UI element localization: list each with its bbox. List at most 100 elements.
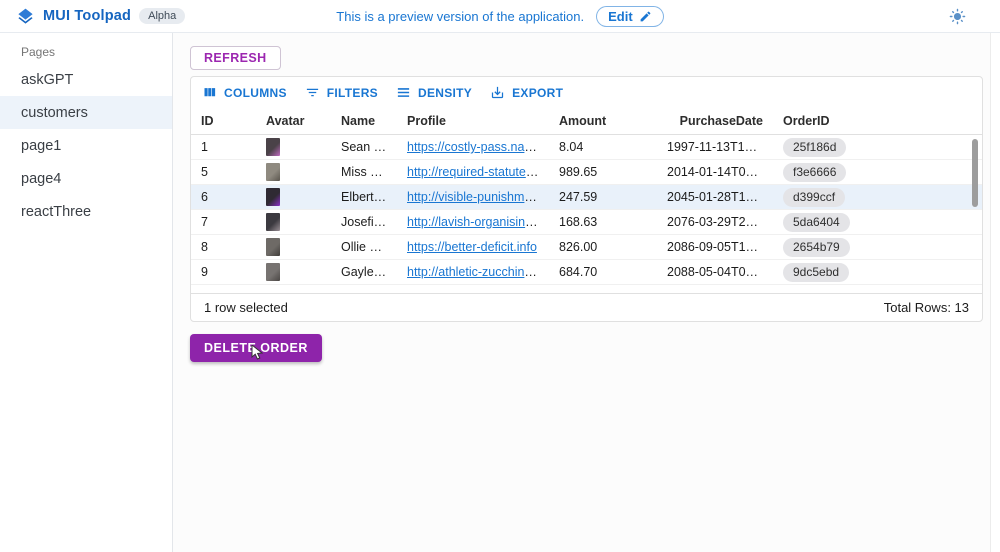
cell-id: 5 xyxy=(191,165,256,179)
cell-profile: http://lavish-organising.name xyxy=(397,215,549,229)
table-row[interactable]: 9 Gayle Den… http://athletic-zucchini.or… xyxy=(191,260,982,285)
grid-horizontal-scrollbar-gutter xyxy=(191,285,982,293)
cell-profile: https://better-deficit.info xyxy=(397,240,549,254)
cell-name: Gayle Den… xyxy=(331,265,397,279)
sidebar-item-askgpt[interactable]: askGPT xyxy=(0,63,172,96)
table-row[interactable]: 8 Ollie Green… https://better-deficit.in… xyxy=(191,235,982,260)
filters-button[interactable]: FILTERS xyxy=(299,81,384,104)
cell-avatar xyxy=(256,238,331,256)
cell-purchasedate: 2045-01-28T15:40:06.325Z xyxy=(657,190,773,204)
edit-button-label: Edit xyxy=(608,9,633,24)
density-button[interactable]: DENSITY xyxy=(390,81,478,104)
cell-orderid: 25f186d xyxy=(773,138,982,157)
grid-toolbar: COLUMNS FILTERS DENSITY xyxy=(191,77,982,108)
column-header-id[interactable]: ID xyxy=(191,114,256,128)
toolpad-logo-icon xyxy=(16,7,35,26)
columns-button[interactable]: COLUMNS xyxy=(196,81,293,104)
grid-header-row: ID Avatar Name Profile Amount PurchaseDa… xyxy=(191,108,982,135)
profile-link[interactable]: http://visible-punishment.net xyxy=(407,190,549,204)
window-scrollbar-gutter xyxy=(990,33,1000,552)
table-row-selected[interactable]: 6 Elbert McL… http://visible-punishment.… xyxy=(191,185,982,210)
app-header: MUI Toolpad Alpha This is a preview vers… xyxy=(0,0,1000,33)
cell-name: Miss Juan … xyxy=(331,165,397,179)
cell-avatar xyxy=(256,138,331,156)
orderid-chip: 9dc5ebd xyxy=(783,263,849,282)
profile-link[interactable]: http://athletic-zucchini.org xyxy=(407,265,549,279)
app-title: MUI Toolpad xyxy=(43,8,131,24)
sidebar-item-label: askGPT xyxy=(21,72,73,88)
cell-avatar xyxy=(256,213,331,231)
sidebar-item-label: page4 xyxy=(21,171,61,187)
brand: MUI Toolpad Alpha xyxy=(16,7,185,26)
cell-orderid: 2654b79 xyxy=(773,238,982,257)
sidebar-item-page1[interactable]: page1 xyxy=(0,129,172,162)
cell-name: Elbert McL… xyxy=(331,190,397,204)
selection-count: 1 row selected xyxy=(204,300,288,315)
cell-profile: http://visible-punishment.net xyxy=(397,190,549,204)
data-grid: COLUMNS FILTERS DENSITY xyxy=(190,76,983,322)
edit-button[interactable]: Edit xyxy=(596,6,664,27)
profile-link[interactable]: https://better-deficit.info xyxy=(407,240,537,254)
cell-name: Ollie Green… xyxy=(331,240,397,254)
column-header-profile[interactable]: Profile xyxy=(397,114,549,128)
sidebar-item-label: reactThree xyxy=(21,204,91,220)
cell-purchasedate: 2076-03-29T23:51:07.968Z xyxy=(657,215,773,229)
sidebar-item-label: customers xyxy=(21,105,88,121)
cell-amount: 8.04 xyxy=(549,140,657,154)
download-icon xyxy=(490,85,505,100)
avatar xyxy=(266,163,280,181)
table-row[interactable]: 1 Sean Harris https://costly-pass.name 8… xyxy=(191,135,982,160)
profile-link[interactable]: http://lavish-organising.name xyxy=(407,215,549,229)
avatar xyxy=(266,238,280,256)
profile-link[interactable]: https://costly-pass.name xyxy=(407,140,542,154)
cell-avatar xyxy=(256,163,331,181)
delete-order-button[interactable]: DELETE ORDER xyxy=(190,334,322,362)
density-button-label: DENSITY xyxy=(418,86,472,100)
cell-amount: 989.65 xyxy=(549,165,657,179)
orderid-chip: f3e6666 xyxy=(783,163,846,182)
column-header-orderid[interactable]: OrderID xyxy=(773,114,982,128)
orderid-chip: 2654b79 xyxy=(783,238,850,257)
cell-profile: http://athletic-zucchini.org xyxy=(397,265,549,279)
cell-id: 1 xyxy=(191,140,256,154)
column-header-name[interactable]: Name xyxy=(331,114,397,128)
sidebar-item-customers[interactable]: customers xyxy=(0,96,172,129)
sidebar-item-reactthree[interactable]: reactThree xyxy=(0,195,172,228)
cell-orderid: 9dc5ebd xyxy=(773,263,982,282)
orderid-chip: d399ccf xyxy=(783,188,845,207)
theme-toggle-button[interactable] xyxy=(949,8,966,25)
avatar xyxy=(266,138,280,156)
column-header-purchasedate[interactable]: PurchaseDate xyxy=(657,114,773,128)
density-lines-icon xyxy=(396,85,411,100)
column-header-avatar[interactable]: Avatar xyxy=(256,114,331,128)
cell-profile: https://costly-pass.name xyxy=(397,140,549,154)
export-button[interactable]: EXPORT xyxy=(484,81,569,104)
cell-amount: 168.63 xyxy=(549,215,657,229)
grid-footer: 1 row selected Total Rows: 13 xyxy=(191,293,982,321)
alpha-badge: Alpha xyxy=(139,8,185,24)
table-row[interactable]: 5 Miss Juan … http://required-statute.or… xyxy=(191,160,982,185)
cell-name: Josefina P… xyxy=(331,215,397,229)
main-content: REFRESH COLUMNS FILTERS xyxy=(173,33,1000,552)
profile-link[interactable]: http://required-statute.org xyxy=(407,165,547,179)
cell-id: 9 xyxy=(191,265,256,279)
cell-id: 8 xyxy=(191,240,256,254)
refresh-button[interactable]: REFRESH xyxy=(190,46,281,70)
cell-purchasedate: 2014-01-14T02:37:28.536Z xyxy=(657,165,773,179)
grid-rows-viewport: 1 Sean Harris https://costly-pass.name 8… xyxy=(191,135,982,285)
cell-amount: 247.59 xyxy=(549,190,657,204)
grid-vertical-scrollbar[interactable] xyxy=(972,139,978,207)
sidebar-item-page4[interactable]: page4 xyxy=(0,162,172,195)
cell-name: Sean Harris xyxy=(331,140,397,154)
cell-id: 7 xyxy=(191,215,256,229)
cell-purchasedate: 1997-11-13T17:24:11.769Z xyxy=(657,140,773,154)
cell-profile: http://required-statute.org xyxy=(397,165,549,179)
cell-avatar xyxy=(256,188,331,206)
cell-orderid: 5da6404 xyxy=(773,213,982,232)
table-row[interactable]: 7 Josefina P… http://lavish-organising.n… xyxy=(191,210,982,235)
orderid-chip: 25f186d xyxy=(783,138,846,157)
column-header-amount[interactable]: Amount xyxy=(549,114,657,128)
cell-orderid: d399ccf xyxy=(773,188,982,207)
export-button-label: EXPORT xyxy=(512,86,563,100)
sidebar-header: Pages xyxy=(0,33,172,63)
